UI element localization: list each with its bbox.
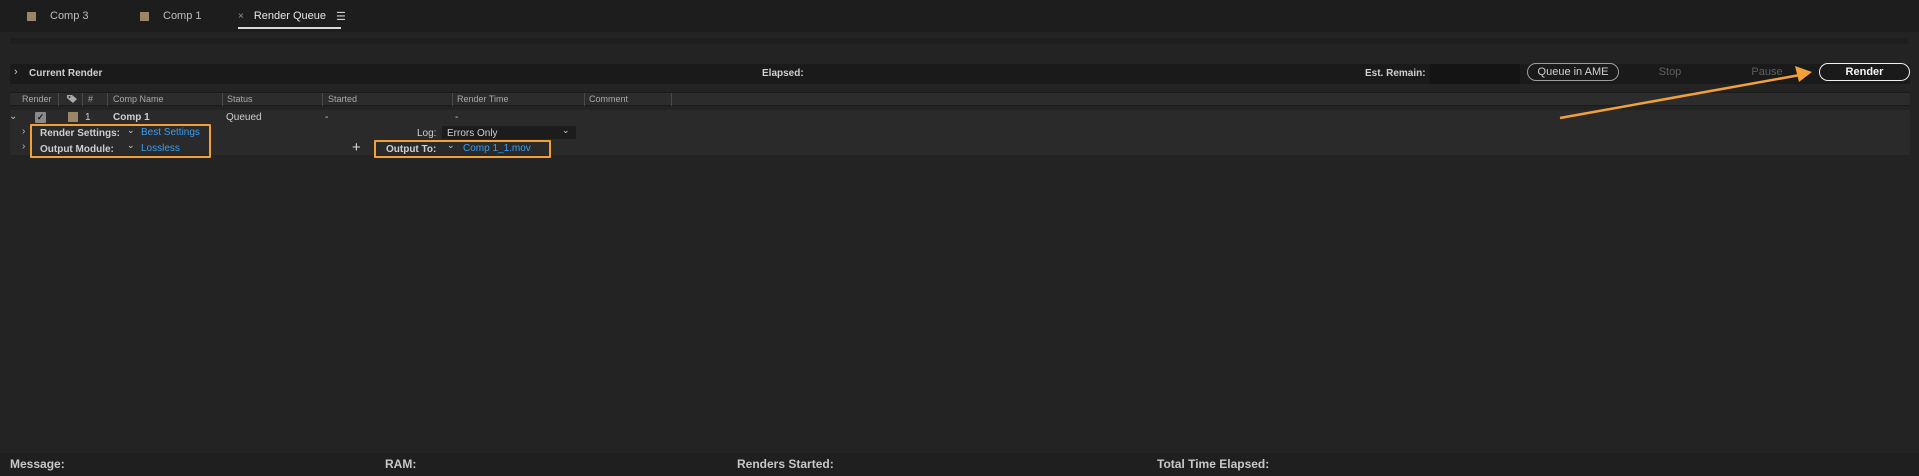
annotation-arrow bbox=[1559, 66, 1812, 120]
message-label: Message: bbox=[10, 457, 65, 471]
renders-started-label: Renders Started: bbox=[737, 457, 834, 471]
status-footer bbox=[0, 453, 1919, 476]
ram-label: RAM: bbox=[385, 457, 417, 471]
total-time-elapsed-label: Total Time Elapsed: bbox=[1157, 457, 1270, 471]
